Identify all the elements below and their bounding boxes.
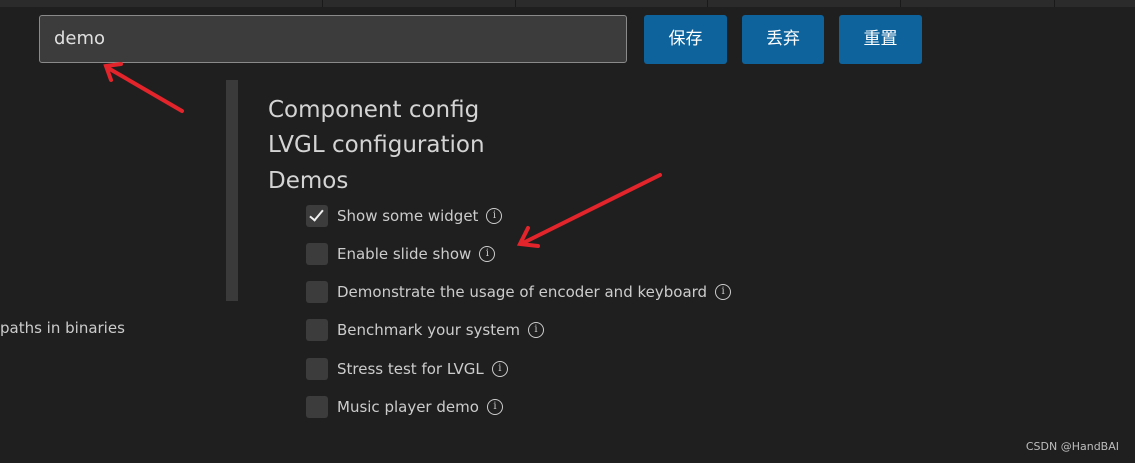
checkbox-encoder-keyboard[interactable] — [306, 281, 328, 303]
option-label: Demonstrate the usage of encoder and key… — [337, 283, 708, 301]
info-icon[interactable]: i — [527, 322, 544, 338]
option-label: Show some widget — [337, 207, 479, 225]
heading-component-config[interactable]: Component config — [268, 97, 479, 123]
watermark: CSDN @HandBAI — [1025, 440, 1119, 453]
option-show-some-widget: Show some widget i — [306, 204, 503, 228]
tree-indent-guide — [226, 80, 238, 301]
checkbox-show-some-widget[interactable] — [306, 205, 328, 227]
option-enable-slide-show: Enable slide show i — [306, 242, 496, 266]
reset-button[interactable]: 重置 — [839, 15, 922, 64]
arrow-to-slide-show — [516, 173, 662, 248]
option-label: Music player demo — [337, 398, 479, 416]
heading-lvgl-configuration[interactable]: LVGL configuration — [268, 132, 485, 158]
info-icon[interactable]: i — [715, 284, 732, 300]
info-icon[interactable]: i — [486, 399, 503, 415]
info-icon[interactable]: i — [486, 208, 503, 224]
info-icon[interactable]: i — [479, 246, 496, 262]
checkbox-enable-slide-show[interactable] — [306, 243, 328, 265]
discard-button[interactable]: 丢弃 — [742, 15, 824, 64]
option-label: Benchmark your system — [337, 321, 520, 339]
save-button[interactable]: 保存 — [644, 15, 727, 64]
arrow-to-search — [103, 62, 184, 113]
checkbox-stress-test[interactable] — [306, 358, 328, 380]
info-icon[interactable]: i — [491, 361, 508, 377]
option-stress-test: Stress test for LVGL i — [306, 357, 508, 381]
search-input[interactable]: demo — [39, 15, 627, 63]
annotation-arrows — [103, 62, 662, 248]
option-label: Enable slide show — [337, 245, 472, 263]
option-encoder-keyboard: Demonstrate the usage of encoder and key… — [306, 280, 732, 304]
checkbox-benchmark[interactable] — [306, 319, 328, 341]
option-music-player: Music player demo i — [306, 395, 503, 419]
option-benchmark: Benchmark your system i — [306, 318, 544, 342]
top-tab-strip — [0, 0, 1135, 7]
checkbox-music-player[interactable] — [306, 396, 328, 418]
heading-demos[interactable]: Demos — [268, 168, 348, 194]
option-label: Stress test for LVGL — [337, 360, 484, 378]
sidebar-partial-item[interactable]: paths in binaries — [0, 319, 125, 337]
